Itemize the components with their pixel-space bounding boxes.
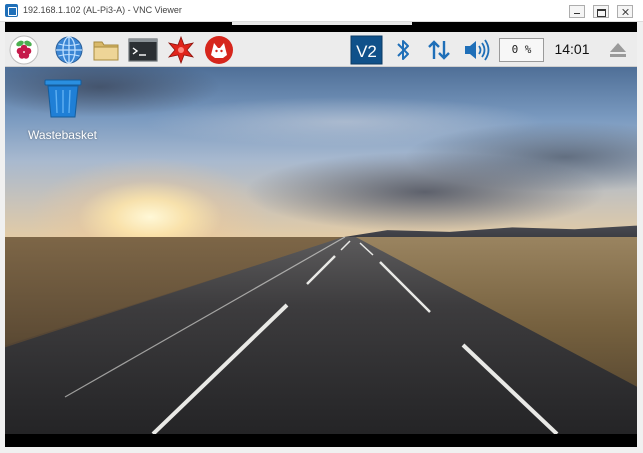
vnc-server-label: V2 — [356, 42, 377, 61]
minimize-button[interactable] — [569, 5, 585, 18]
eject-icon[interactable] — [605, 35, 631, 65]
window-title: 192.168.1.102 (AL-Pi3-A) - VNC Viewer — [23, 5, 182, 15]
desktop[interactable]: Wastebasket — [5, 67, 637, 434]
raspberry-menu-icon[interactable] — [9, 35, 39, 65]
trash-icon — [44, 79, 82, 118]
pi-taskbar: V2 0 % 14:01 — [5, 32, 637, 67]
vnc-toolbar-handle[interactable] — [232, 22, 412, 25]
vnc-viewer-icon — [5, 4, 18, 17]
terminal-icon[interactable] — [128, 35, 158, 65]
wolfram-icon[interactable] — [204, 35, 234, 65]
desktop-icon-label: Wastebasket — [28, 128, 97, 142]
globe-icon[interactable] — [54, 35, 84, 65]
folder-icon[interactable] — [91, 35, 121, 65]
close-button[interactable] — [617, 5, 633, 18]
network-icon[interactable] — [424, 35, 454, 65]
window-titlebar: 192.168.1.102 (AL-Pi3-A) - VNC Viewer — [0, 0, 643, 22]
cpu-usage-monitor[interactable]: 0 % — [499, 38, 544, 62]
vnc-top-gap — [5, 22, 637, 32]
vnc-remote-screen[interactable]: V2 0 % 14:01 Wastebasket — [5, 22, 637, 447]
vnc-server-icon[interactable]: V2 — [350, 35, 383, 65]
mathematica-icon[interactable] — [166, 35, 196, 65]
desktop-icon-wastebasket[interactable]: Wastebasket — [25, 79, 100, 151]
clock[interactable]: 14:01 — [551, 41, 593, 59]
vnc-bottom-gap — [5, 434, 637, 447]
volume-icon[interactable] — [461, 35, 493, 65]
maximize-button[interactable] — [593, 5, 609, 18]
road-lane-markings — [64, 237, 559, 434]
bluetooth-icon[interactable] — [390, 35, 416, 65]
